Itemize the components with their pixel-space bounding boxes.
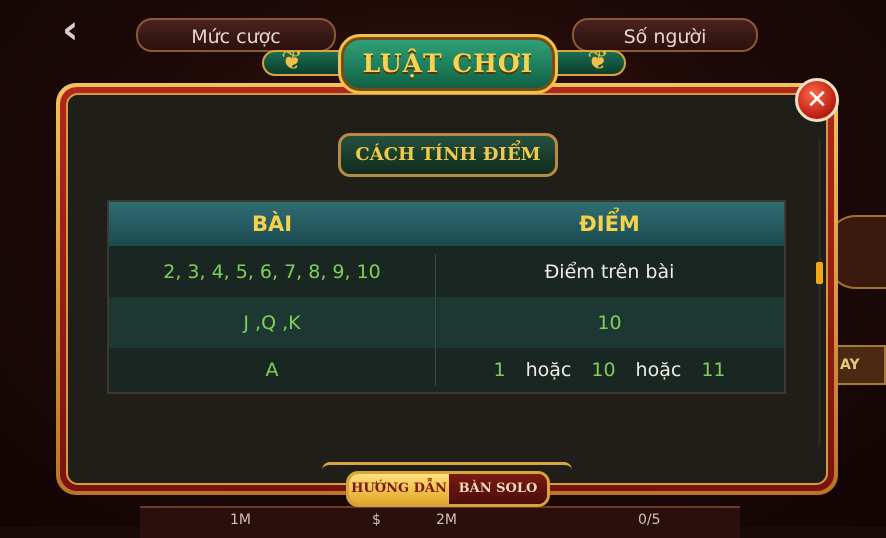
side-play-button[interactable]: AY: [832, 345, 886, 385]
room-players: 0/5: [638, 512, 661, 528]
points-separator: hoặc: [525, 359, 572, 381]
table-row: 2, 3, 4, 5, 6, 7, 8, 9, 10 Điểm trên bài: [109, 246, 784, 297]
swirl-ornament-icon: ❦: [281, 46, 303, 76]
header-card: BÀI: [251, 212, 293, 236]
points-cell: Điểm trên bài: [544, 260, 675, 283]
points-cell: 1 hoặc 10 hoặc 11: [435, 348, 784, 392]
points-option: 10: [591, 359, 616, 381]
close-button[interactable]: ✕: [795, 78, 839, 122]
points-separator: hoặc: [635, 359, 682, 381]
points-option: 1: [493, 359, 506, 381]
tab-guide[interactable]: HƯỚNG DẪN: [349, 474, 449, 504]
points-cell: 10: [597, 311, 622, 334]
points-option: 11: [701, 359, 726, 381]
rules-tabs: HƯỚNG DẪN BÀN SOLO: [346, 471, 550, 507]
back-arrow-icon[interactable]: ‹: [62, 10, 96, 50]
table-header: BÀI ĐIỂM: [109, 202, 784, 246]
tab-solo-table[interactable]: BÀN SOLO: [449, 474, 547, 504]
column-divider: [435, 254, 436, 386]
scrollbar-track[interactable]: [818, 140, 821, 445]
card-cell: 2, 3, 4, 5, 6, 7, 8, 9, 10: [163, 260, 381, 283]
scrollbar-thumb[interactable]: [816, 262, 823, 284]
close-icon: ✕: [806, 85, 828, 115]
scoring-table: BÀI ĐIỂM 2, 3, 4, 5, 6, 7, 8, 9, 10 Điểm…: [107, 200, 786, 394]
room-bet: 1M: [230, 512, 251, 528]
swirl-ornament-icon: ❦: [587, 46, 609, 76]
card-cell: J ,Q ,K: [243, 311, 301, 334]
dialog-title: LUẬT CHƠI: [362, 49, 534, 78]
card-cell: A: [265, 359, 279, 381]
section-title: CÁCH TÍNH ĐIỂM: [338, 133, 558, 177]
header-points: ĐIỂM: [579, 212, 640, 236]
table-row: A 1 hoặc 10 hoặc 11: [109, 348, 784, 392]
table-row: J ,Q ,K 10: [109, 297, 784, 348]
